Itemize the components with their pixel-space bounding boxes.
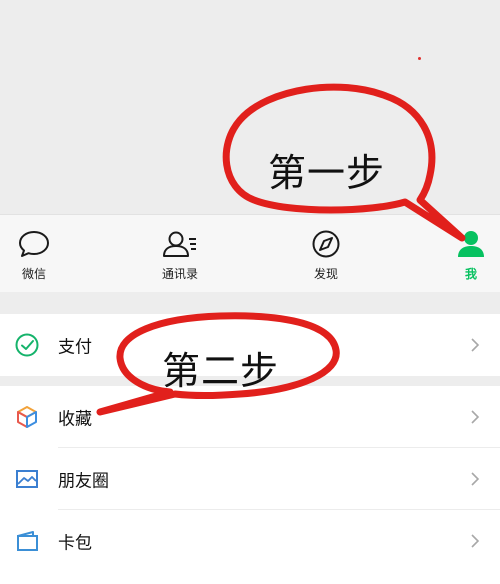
annotation-step1: 第一步	[268, 151, 386, 195]
annotation-layer	[96, 83, 466, 416]
annotation-step2: 第二步	[162, 349, 280, 393]
